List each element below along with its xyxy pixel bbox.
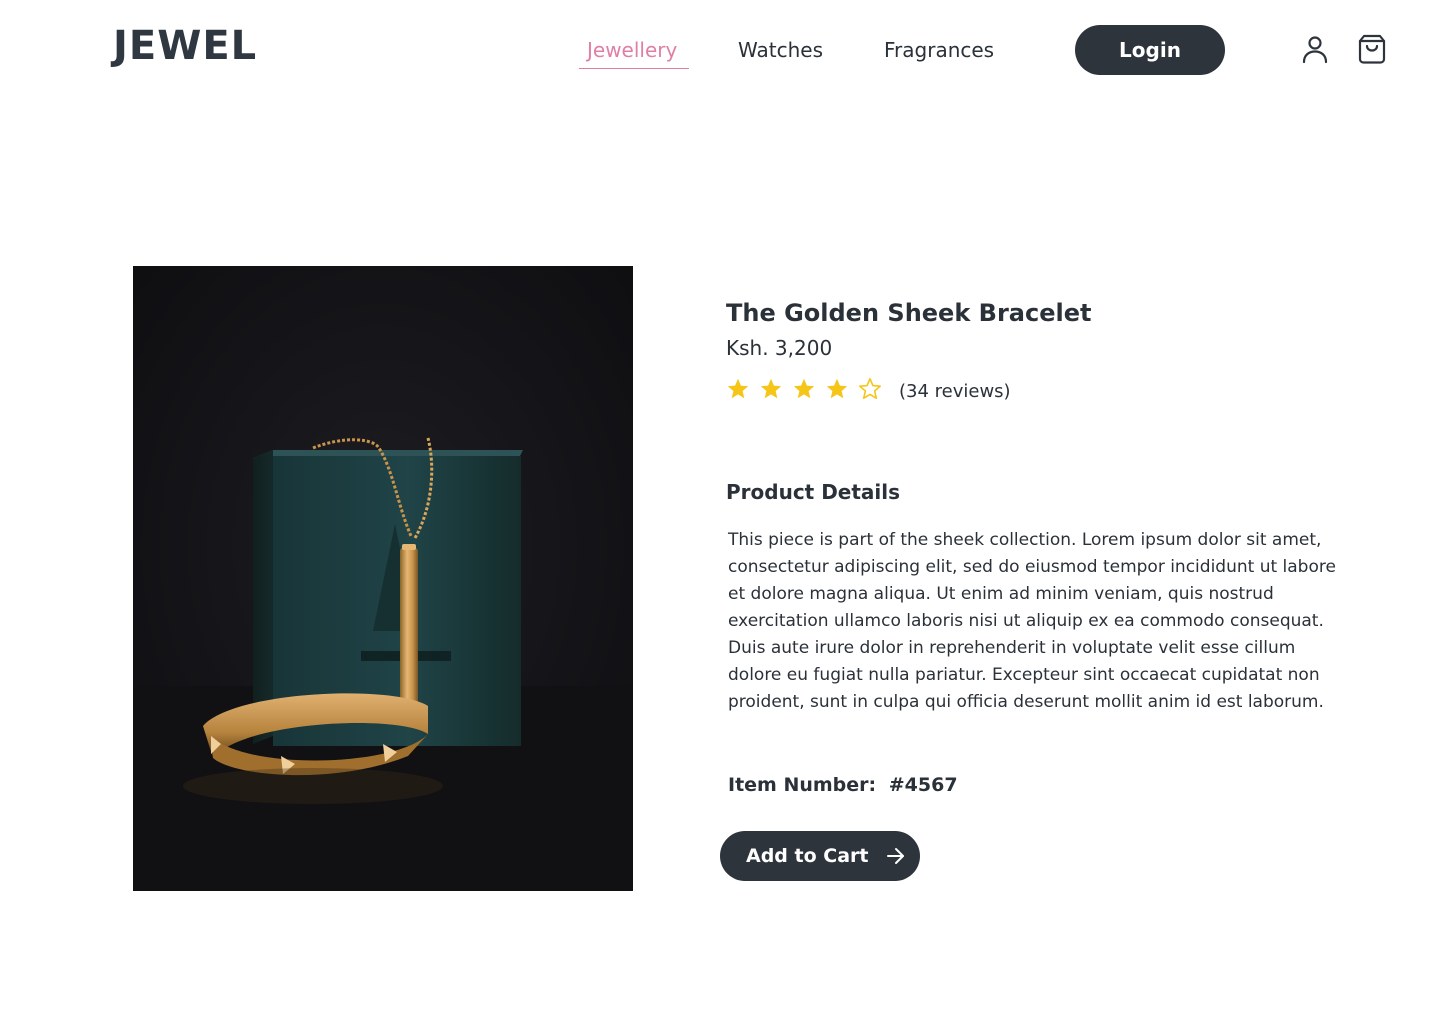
product-page: JEWEL Jewellery Watches Fragrances Login <box>0 0 1440 1024</box>
nav-watches[interactable]: Watches <box>738 36 823 64</box>
login-button[interactable]: Login <box>1075 25 1225 75</box>
logo[interactable]: JEWEL <box>113 24 257 68</box>
user-icon[interactable] <box>1299 33 1331 65</box>
arrow-right-icon <box>887 848 904 864</box>
star-filled-icon <box>727 378 749 399</box>
star-rating <box>726 377 891 405</box>
product-price: Ksh. 3,200 <box>726 336 833 360</box>
nav-fragrances[interactable]: Fragrances <box>884 36 994 64</box>
shopping-bag-icon[interactable] <box>1356 33 1388 65</box>
nav-jewellery[interactable]: Jewellery <box>587 36 677 64</box>
add-to-cart-label: Add to Cart <box>746 845 869 867</box>
star-empty-icon <box>859 378 881 399</box>
add-to-cart-button[interactable]: Add to Cart <box>720 831 920 881</box>
item-number-label: Item Number: <box>728 774 877 796</box>
item-number: Item Number: #4567 <box>728 771 958 799</box>
login-button-label: Login <box>1119 38 1181 62</box>
nav-active-underline <box>579 68 689 69</box>
item-number-value: #4567 <box>888 774 958 796</box>
star-filled-icon <box>793 378 815 399</box>
rating: (34 reviews) <box>726 377 1011 405</box>
product-description: This piece is part of the sheek collecti… <box>728 530 1336 712</box>
product-photo <box>133 266 633 891</box>
product-details-heading: Product Details <box>726 480 901 504</box>
reviews-count[interactable]: (34 reviews) <box>899 381 1011 402</box>
product-title: The Golden Sheek Bracelet <box>726 299 1092 327</box>
star-filled-icon <box>826 378 848 399</box>
product-image <box>133 266 633 891</box>
star-filled-icon <box>760 378 782 399</box>
